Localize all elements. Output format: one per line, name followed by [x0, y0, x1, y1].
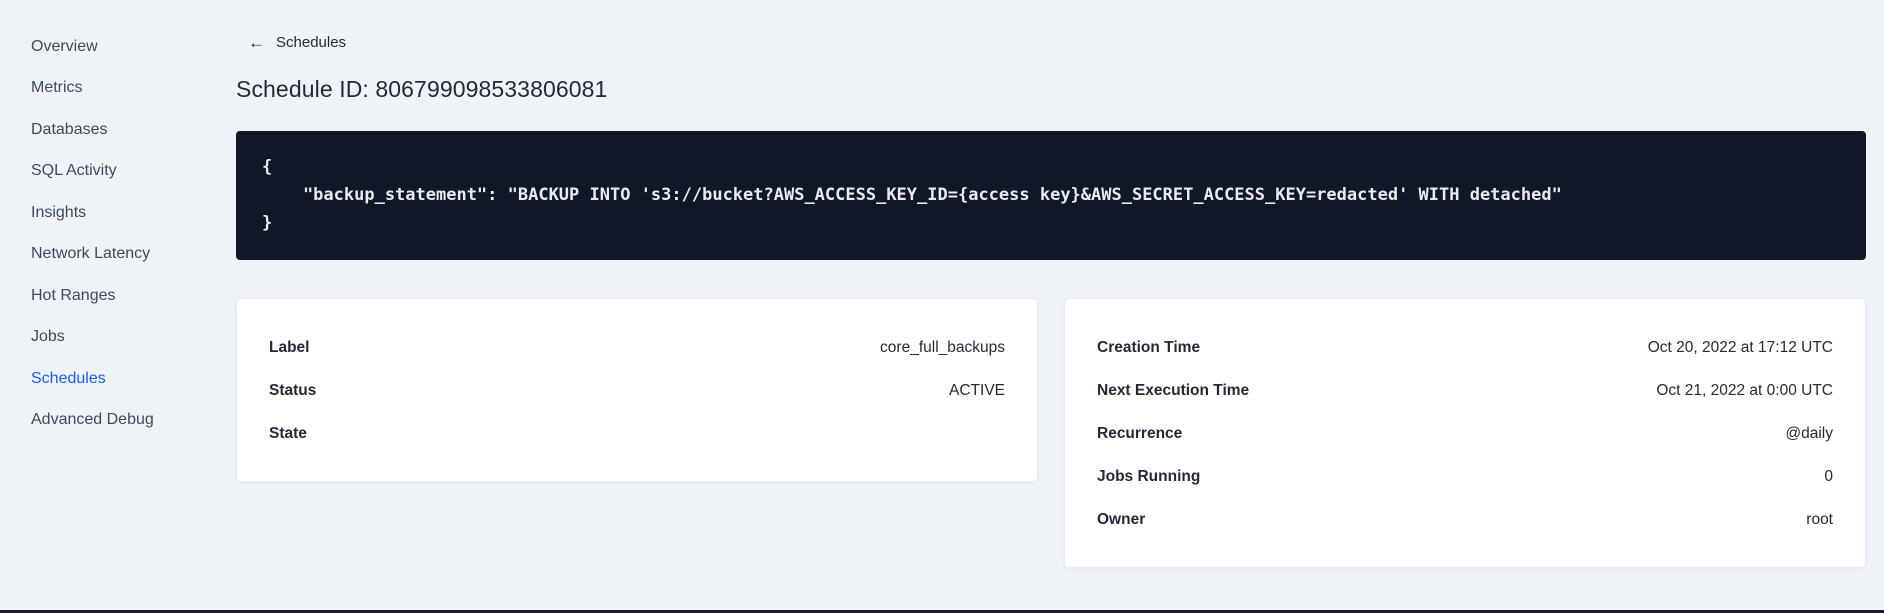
details-row-value: Oct 20, 2022 at 17:12 UTC	[1647, 338, 1833, 356]
details-row-label: Creation Time	[1097, 338, 1201, 356]
summary-row: Status ACTIVE	[269, 369, 1005, 412]
summary-row-label: Label	[269, 338, 310, 356]
sidebar-nav: Overview Metrics Databases SQL Activity …	[0, 0, 196, 613]
sidebar-item-label: Advanced Debug	[31, 411, 154, 429]
sidebar-item[interactable]: Insights	[31, 192, 196, 234]
details-row-value: root	[1806, 510, 1833, 528]
summary-row: State	[269, 412, 1005, 455]
back-to-schedules-link[interactable]: ← Schedules	[248, 34, 346, 51]
sidebar-item[interactable]: Overview	[31, 26, 196, 68]
back-arrow-icon: ←	[248, 33, 265, 52]
sidebar-item-label: Hot Ranges	[31, 286, 116, 304]
back-link-label: Schedules	[276, 34, 347, 51]
sidebar-item-label: Databases	[31, 120, 108, 138]
details-row: Recurrence @daily	[1097, 412, 1833, 455]
sidebar-item[interactable]: Network Latency	[31, 234, 196, 276]
backup-statement-code-block: { "backup_statement": "BACKUP INTO 's3:/…	[236, 131, 1866, 260]
sidebar-item[interactable]: SQL Activity	[31, 151, 196, 193]
sidebar-item-label: Insights	[31, 203, 87, 221]
details-row-value: Oct 21, 2022 at 0:00 UTC	[1656, 381, 1833, 399]
sidebar-item-label: Schedules	[31, 369, 106, 387]
sidebar-item-label: Jobs	[31, 328, 65, 346]
details-row: Owner root	[1097, 498, 1833, 541]
sidebar-item-label: SQL Activity	[31, 162, 117, 180]
summary-row-label: State	[269, 424, 307, 442]
details-row: Jobs Running 0	[1097, 455, 1833, 498]
details-row-label: Next Execution Time	[1097, 381, 1250, 399]
summary-row: Label core_full_backups	[269, 326, 1005, 369]
sidebar-item[interactable]: Hot Ranges	[31, 275, 196, 317]
sidebar-item-label: Network Latency	[31, 245, 151, 263]
schedule-details-card: Creation Time Oct 20, 2022 at 17:12 UTC …	[1064, 298, 1866, 568]
sidebar-item[interactable]: Jobs	[31, 317, 196, 359]
details-row-label: Recurrence	[1097, 424, 1183, 442]
summary-row-value: core_full_backups	[880, 338, 1005, 356]
sidebar-item-label: Overview	[31, 37, 98, 55]
summary-row-value: ACTIVE	[949, 381, 1005, 399]
detail-cards-row: Label core_full_backups Status ACTIVE St…	[236, 298, 1866, 568]
sidebar-item[interactable]: Metrics	[31, 68, 196, 110]
page-title: Schedule ID: 806799098533806081	[236, 76, 608, 102]
details-row: Next Execution Time Oct 21, 2022 at 0:00…	[1097, 369, 1833, 412]
details-row-value: 0	[1824, 467, 1833, 485]
backup-statement-code-text: { "backup_statement": "BACKUP INTO 's3:/…	[262, 157, 1562, 233]
details-row: Creation Time Oct 20, 2022 at 17:12 UTC	[1097, 326, 1833, 369]
sidebar-item[interactable]: Schedules	[31, 358, 196, 400]
sidebar-item-label: Metrics	[31, 79, 83, 97]
schedule-summary-card: Label core_full_backups Status ACTIVE St…	[236, 298, 1038, 482]
main-content: ← Schedules Schedule ID: 806799098533806…	[196, 0, 1884, 613]
details-row-value: @daily	[1785, 424, 1833, 442]
summary-row-label: Status	[269, 381, 317, 399]
sidebar-item-list: Overview Metrics Databases SQL Activity …	[31, 26, 196, 441]
sidebar-item[interactable]: Advanced Debug	[31, 400, 196, 442]
details-row-label: Jobs Running	[1097, 467, 1201, 485]
details-row-label: Owner	[1097, 510, 1146, 528]
sidebar-item[interactable]: Databases	[31, 109, 196, 151]
